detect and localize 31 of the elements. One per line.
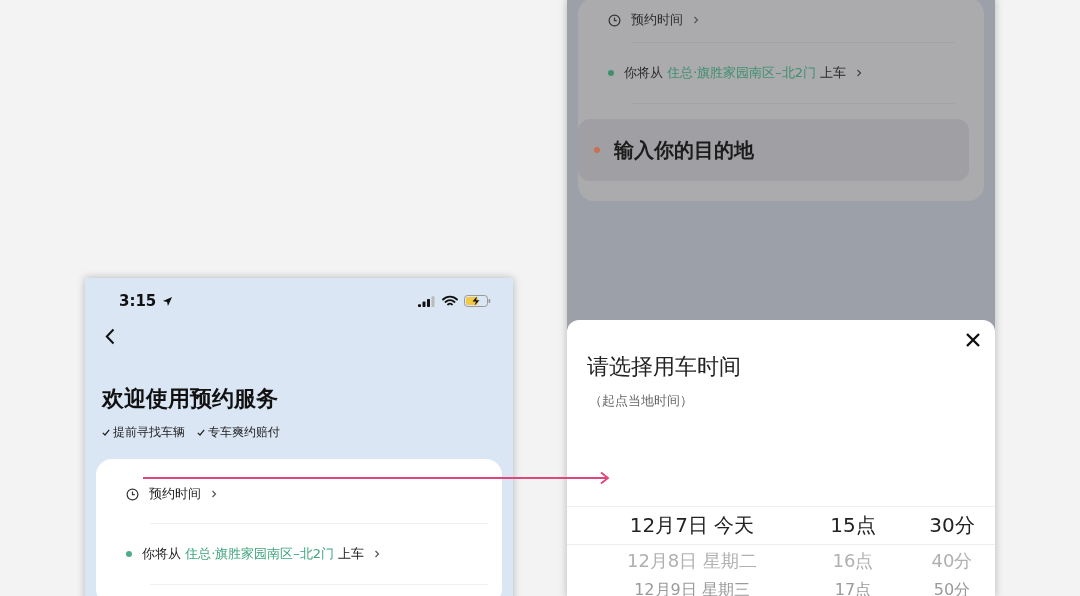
- chevron-right-icon: [856, 69, 863, 77]
- check-icon: [197, 429, 205, 436]
- location-arrow-icon: [162, 295, 174, 307]
- back-icon[interactable]: [105, 328, 115, 345]
- sheet-title: 请选择用车时间: [587, 353, 741, 381]
- chevron-right-icon: [211, 490, 217, 498]
- picker-option[interactable]: 30分: [929, 506, 975, 544]
- picker-option[interactable]: 12月7日 今天: [629, 506, 755, 544]
- page-title: 欢迎使用预约服务: [100, 385, 279, 413]
- status-time: 3:15: [119, 292, 157, 310]
- clock-icon: [126, 487, 139, 501]
- booking-time-link[interactable]: 预约时间: [631, 11, 683, 29]
- chevron-right-icon: [374, 550, 381, 558]
- sheet-subtitle: （起点当地时间）: [588, 392, 694, 410]
- signal-icon: [418, 295, 436, 307]
- destination-field[interactable]: 输入你的目的地: [578, 119, 969, 181]
- booking-time-link[interactable]: 预约时间: [149, 485, 201, 503]
- wifi-icon: [442, 295, 458, 307]
- feature-text: 专车爽约赔付: [208, 424, 280, 441]
- check-icon: [102, 429, 110, 436]
- pickup-location-link[interactable]: 你将从 住总·旗胜家园南区–北2门 上车: [624, 64, 847, 82]
- pickup-dot-icon: [608, 70, 614, 76]
- pickup-location-link[interactable]: 你将从 住总·旗胜家园南区–北2门 上车: [142, 545, 365, 563]
- destination-input[interactable]: 输入你的目的地: [614, 138, 914, 162]
- feature-text: 提前寻找车辆: [113, 424, 185, 441]
- clock-icon: [608, 13, 621, 27]
- pickup-dot-icon: [126, 551, 132, 557]
- destination-dot-icon: [594, 147, 600, 153]
- chevron-right-icon: [693, 16, 699, 24]
- picker-option[interactable]: 15点: [830, 506, 876, 544]
- battery-charging-icon: [464, 295, 491, 307]
